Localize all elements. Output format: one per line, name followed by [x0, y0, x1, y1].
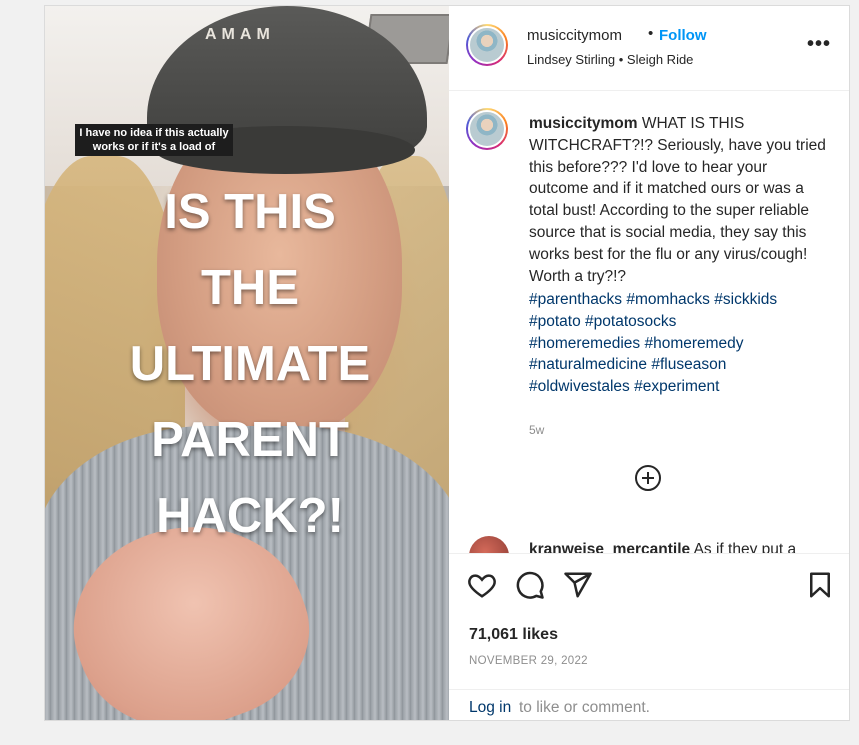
- hashtag-link[interactable]: #naturalmedicine: [529, 356, 647, 373]
- hashtag-link[interactable]: #experiment: [634, 378, 719, 395]
- audio-track-link[interactable]: Lindsey Stirling • Sleigh Ride: [527, 52, 693, 67]
- commenter-username[interactable]: kranweise_mercantile: [529, 541, 690, 553]
- caption-body: WHAT IS THIS WITCHCRAFT?!? Seriously, ha…: [529, 115, 826, 285]
- share-icon[interactable]: [563, 570, 593, 600]
- hashtag-link[interactable]: #momhacks: [626, 291, 710, 308]
- video-small-caption: I have no idea if this actually works or…: [75, 124, 233, 156]
- comment-item: kranweise_mercantile As if they put a: [529, 541, 839, 553]
- bookmark-icon[interactable]: [805, 570, 835, 600]
- caption-text: musiccitymom WHAT IS THIS WITCHCRAFT?!? …: [529, 113, 829, 287]
- cap-brand: AMAM: [205, 26, 275, 43]
- big-caption-line: HACK?!: [156, 489, 344, 543]
- caption-age: 5w: [529, 423, 545, 437]
- comment-icon[interactable]: [515, 570, 545, 600]
- login-prompt: to like or comment.: [519, 699, 650, 716]
- post-date: NOVEMBER 29, 2022: [469, 655, 588, 667]
- hashtag-link[interactable]: #fluseason: [651, 356, 726, 373]
- hashtag-link[interactable]: #homeremedy: [644, 335, 743, 352]
- post-header: musiccitymom • Follow Lindsey Stirling •…: [449, 6, 849, 91]
- hashtag-list: #parenthacks #momhacks #sickkids #potato…: [529, 289, 829, 398]
- post-card: AMAM I have no idea if this actually wor…: [44, 5, 850, 721]
- login-bar: Log in to like or comment.: [449, 689, 849, 720]
- hashtag-link[interactable]: #potatosocks: [585, 313, 676, 330]
- author-username[interactable]: musiccitymom: [527, 27, 622, 44]
- author-avatar[interactable]: [466, 24, 508, 66]
- separator-dot: •: [648, 25, 654, 42]
- caption-avatar[interactable]: [466, 108, 508, 150]
- commenter-avatar[interactable]: [469, 536, 509, 553]
- comment-text: As if they put a: [693, 541, 797, 553]
- follow-button[interactable]: Follow: [659, 27, 707, 44]
- like-count[interactable]: 71,061 likes: [469, 626, 558, 644]
- hashtag-link[interactable]: #sickkids: [714, 291, 777, 308]
- hashtag-link[interactable]: #oldwivestales: [529, 378, 630, 395]
- plus-circle-icon[interactable]: [635, 465, 661, 491]
- big-caption-line: IS THIS: [164, 185, 336, 239]
- login-link[interactable]: Log in: [469, 699, 511, 717]
- hashtag-link[interactable]: #potato: [529, 313, 581, 330]
- post-media[interactable]: AMAM I have no idea if this actually wor…: [45, 6, 449, 720]
- hashtag-link[interactable]: #parenthacks: [529, 291, 622, 308]
- more-options-icon[interactable]: •••: [807, 33, 831, 56]
- hashtag-link[interactable]: #homeremedies: [529, 335, 640, 352]
- heart-icon[interactable]: [467, 570, 497, 600]
- big-caption-line: PARENT: [151, 413, 349, 467]
- post-actions: 71,061 likes NOVEMBER 29, 2022 Log in to…: [449, 553, 849, 720]
- caption-username[interactable]: musiccitymom: [529, 115, 638, 132]
- comments-section[interactable]: musiccitymom WHAT IS THIS WITCHCRAFT?!? …: [449, 91, 849, 553]
- video-big-caption: IS THIS THE ULTIMATE PARENT HACK?!: [85, 174, 415, 554]
- big-caption-line: THE: [201, 261, 299, 315]
- big-caption-line: ULTIMATE: [129, 337, 371, 391]
